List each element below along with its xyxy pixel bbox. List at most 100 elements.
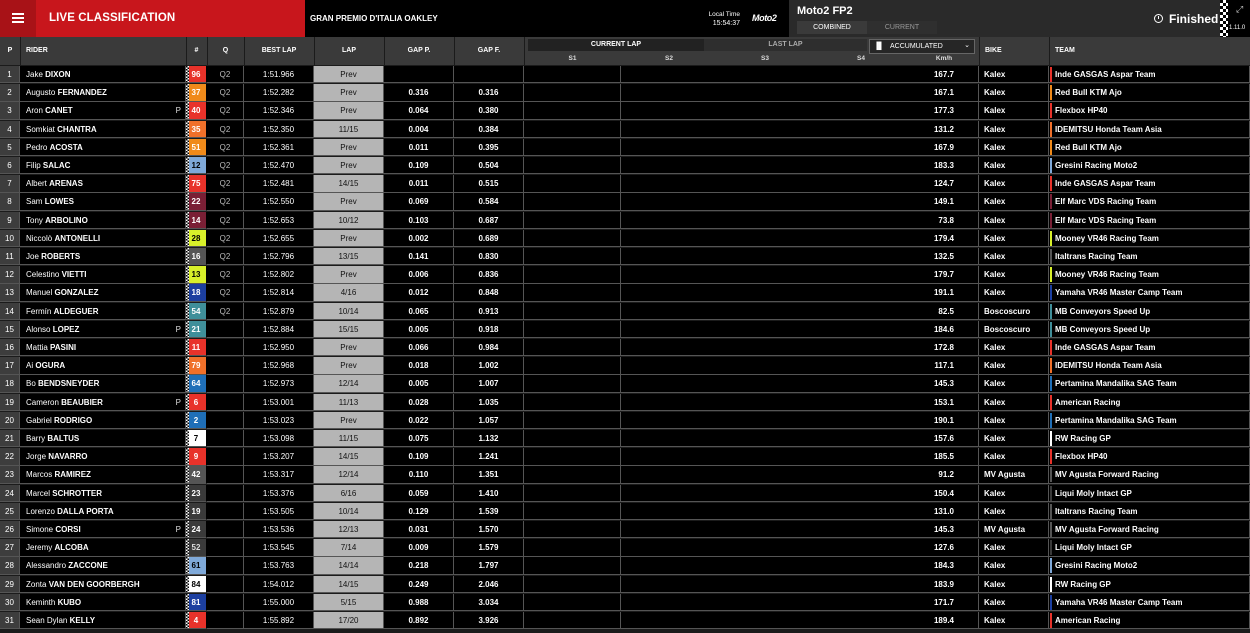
header-gap-p[interactable]: GAP P. — [384, 37, 455, 65]
sector-4 — [813, 430, 910, 448]
header-bike[interactable]: BIKE — [979, 37, 1050, 65]
table-row[interactable]: 17 Ai OGURA 79 1:52.968 Prev 0.018 1.002 117.1 K… — [0, 357, 1250, 375]
table-row[interactable]: 22 Jorge NAVARRO 9 1:53.207 14/15 0.109 1.241 1… — [0, 448, 1250, 466]
gap-first: 3.034 — [454, 593, 524, 612]
header-q[interactable]: Q — [207, 37, 245, 65]
gap-previous: 0.110 — [384, 466, 454, 484]
menu-button[interactable] — [0, 0, 36, 37]
team-name: Pertamina Mandalika SAG Team — [1049, 375, 1250, 393]
rider-name: Augusto FERNANDEZ — [20, 84, 186, 102]
team-label: Inde GASGAS Aspar Team — [1055, 179, 1156, 189]
team-label: MV Agusta Forward Racing — [1055, 470, 1159, 480]
table-row[interactable]: 29 Zonta VAN DEN GOORBERGH 84 1:54.012 14/15… — [0, 575, 1250, 593]
rider-first-name: Jorge — [26, 452, 47, 462]
rider-last-name: ACOSTA — [49, 142, 83, 152]
lap-number: 13/15 — [314, 248, 384, 266]
table-row[interactable]: 18 Bo BENDSNEYDER 64 1:52.973 12/14 0.005 1.00… — [0, 375, 1250, 393]
table-row[interactable]: 13 Manuel GONZALEZ 18 Q2 1:52.814 4/16 0.012 0.… — [0, 284, 1250, 302]
top-speed: 91.2 — [909, 466, 979, 484]
team-label: IDEMITSU Honda Team Asia — [1055, 361, 1162, 371]
tab-current[interactable]: CURRENT — [867, 21, 937, 34]
gap-first: 1.241 — [454, 448, 524, 466]
team-color-bar — [1050, 303, 1052, 319]
table-row[interactable]: 12 Celestino VIETTI 13 Q2 1:52.802 Prev 0.006 0… — [0, 266, 1250, 284]
table-row[interactable]: 23 Marcos RAMIREZ 42 1:53.317 12/14 0.110 1.35… — [0, 466, 1250, 484]
checkered-flag-icon — [186, 357, 189, 374]
sector-4 — [813, 557, 910, 575]
gap-first: 3.926 — [454, 612, 524, 630]
table-row[interactable]: 15 Alonso LOPEZ P 21 1:52.884 15/15 0.005 0.918… — [0, 320, 1250, 339]
sector-2 — [621, 102, 718, 120]
team-color-bar — [1050, 503, 1052, 519]
gap-previous: 0.218 — [384, 557, 454, 575]
rider-first-name: Aron — [26, 106, 43, 116]
table-row[interactable]: 5 Pedro ACOSTA 51 Q2 1:52.361 Prev 0.011 0.395 1… — [0, 138, 1250, 157]
team-color-bar — [1050, 576, 1052, 592]
table-row[interactable]: 16 Mattia PASINI 11 1:52.950 Prev 0.066 0.984 1… — [0, 339, 1250, 357]
rider-first-name: Ai — [26, 361, 34, 371]
header-gap-f[interactable]: GAP F. — [454, 37, 525, 65]
header-rider[interactable]: RIDER — [20, 37, 187, 65]
rider-number: 79 — [191, 361, 201, 371]
rider-number-badge: 24 — [186, 521, 207, 539]
sector-mode-dropdown[interactable]: ▐▌ ACCUMULATED ⌄ — [869, 39, 975, 54]
table-row[interactable]: 8 Sam LOWES 22 Q2 1:52.550 Prev 0.069 0.584 149.… — [0, 193, 1250, 211]
current-lap-toggle[interactable]: CURRENT LAP — [528, 39, 704, 51]
table-row[interactable]: 27 Jeremy ALCOBA 52 1:53.545 7/14 0.009 1.579 1… — [0, 539, 1250, 557]
sector-3 — [717, 302, 814, 320]
table-row[interactable]: 19 Cameron BEAUBIER P 6 1:53.001 11/13 0.028 1.… — [0, 393, 1250, 411]
header-best-lap[interactable]: BEST LAP — [244, 37, 315, 65]
qualifying-group: Q2 — [207, 248, 244, 266]
rider-last-name: KUBO — [57, 597, 82, 607]
table-row[interactable]: 6 Filip SALAC 12 Q2 1:52.470 Prev 0.109 0.504 18… — [0, 157, 1250, 175]
header-team[interactable]: TEAM — [1049, 37, 1250, 65]
table-row[interactable]: 25 Lorenzo DALLA PORTA 19 1:53.505 10/14 0.12… — [0, 502, 1250, 521]
team-label: Italtrans Racing Team — [1055, 252, 1138, 261]
table-row[interactable]: 21 Barry BALTUS 7 1:53.098 11/15 0.075 1.132 15… — [0, 430, 1250, 448]
table-row[interactable]: 24 Marcel SCHROTTER 23 1:53.376 6/16 0.059 1.4… — [0, 484, 1250, 502]
table-row[interactable]: 28 Alessandro ZACCONE 61 1:53.763 14/14 0.218… — [0, 557, 1250, 575]
gap-first: 0.848 — [454, 284, 524, 302]
tab-combined[interactable]: COMBINED — [797, 21, 867, 34]
position: 18 — [0, 375, 20, 393]
table-row[interactable]: 4 Somkiat CHANTRA 35 Q2 1:52.350 11/15 0.004 0.… — [0, 120, 1250, 138]
header-pos[interactable]: P — [0, 37, 21, 65]
sector-3 — [717, 284, 814, 302]
bike-manufacturer: Kalex — [979, 138, 1049, 157]
table-row[interactable]: 30 Keminth KUBO 81 1:55.000 5/15 0.988 3.034 17… — [0, 593, 1250, 612]
table-row[interactable]: 11 Joe ROBERTS 16 Q2 1:52.796 13/15 0.141 0.830… — [0, 248, 1250, 266]
sector-2 — [621, 266, 718, 284]
rider-first-name: Celestino — [26, 270, 60, 280]
table-row[interactable]: 31 Sean Dylan KELLY 4 1:55.892 17/20 0.892 3.9… — [0, 612, 1250, 630]
lap-number: Prev — [314, 157, 384, 175]
header-lap[interactable]: LAP — [314, 37, 385, 65]
top-speed: 73.8 — [909, 211, 979, 229]
table-row[interactable]: 2 Augusto FERNANDEZ 37 Q2 1:52.282 Prev 0.316 0… — [0, 84, 1250, 102]
sector-3 — [717, 266, 814, 284]
header-number[interactable]: # — [186, 37, 208, 65]
table-row[interactable]: 3 Aron CANET P 40 Q2 1:52.346 Prev 0.064 0.380 17… — [0, 102, 1250, 120]
team-label: Yamaha VR46 Master Camp Team — [1055, 288, 1183, 298]
sector-4 — [813, 539, 910, 557]
checkered-flag-icon — [186, 612, 189, 629]
sector-1 — [524, 393, 621, 411]
team-color-bar — [1050, 467, 1052, 483]
last-lap-toggle[interactable]: LAST LAP — [704, 39, 867, 51]
table-row[interactable]: 14 Fermín ALDEGUER 54 Q2 1:52.879 10/14 0.065 0… — [0, 302, 1250, 320]
table-row[interactable]: 26 Simone CORSI P 24 1:53.536 12/13 0.031 1.570… — [0, 521, 1250, 539]
expand-icon[interactable]: ⤢ — [1236, 4, 1243, 15]
table-row[interactable]: 7 Albert ARENAS 75 Q2 1:52.481 14/15 0.011 0.51… — [0, 175, 1250, 193]
qualifying-group — [207, 448, 244, 466]
table-row[interactable]: 1 Jake DIXON 96 Q2 1:51.966 Prev 167.7 Kalex Ind… — [0, 66, 1250, 84]
table-row[interactable]: 20 Gabriel RODRIGO 2 1:53.023 Prev 0.022 1.057… — [0, 411, 1250, 430]
sector-2 — [621, 375, 718, 393]
top-bar: LIVE CLASSIFICATION GRAN PREMIO D'ITALIA… — [0, 0, 1250, 37]
sector-1 — [524, 466, 621, 484]
gap-first: 0.584 — [454, 193, 524, 211]
sector-1 — [524, 266, 621, 284]
top-speed: 183.9 — [909, 575, 979, 593]
table-row[interactable]: 10 Niccolò ANTONELLI 28 Q2 1:52.655 Prev 0.002… — [0, 229, 1250, 248]
rider-number: 4 — [193, 616, 199, 625]
table-row[interactable]: 9 Tony ARBOLINO 14 Q2 1:52.653 10/12 0.103 0.68… — [0, 211, 1250, 229]
rider-first-name: Barry — [26, 434, 46, 443]
